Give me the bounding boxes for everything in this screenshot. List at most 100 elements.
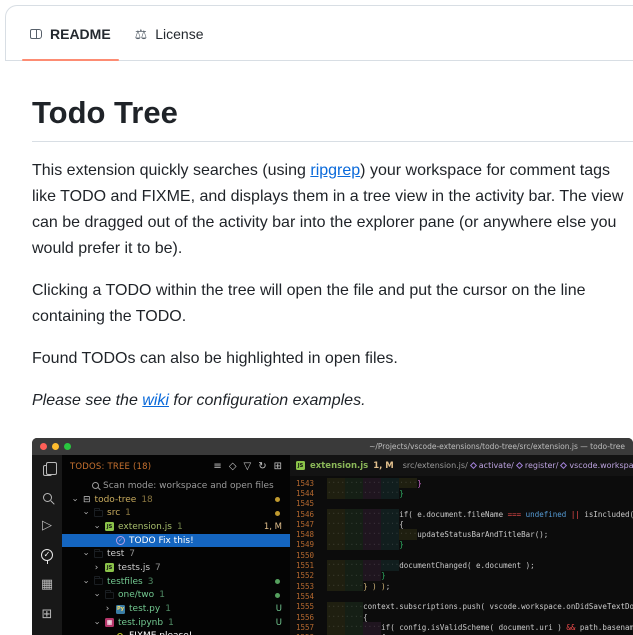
todo-count: 1	[168, 617, 174, 628]
law-icon: ⚖	[134, 25, 148, 42]
indent-rainbow: ············	[327, 622, 382, 633]
calendar-icon: ▦	[40, 577, 54, 592]
code-line: 1544 ················}	[290, 488, 633, 499]
todo-count: 7	[129, 549, 136, 560]
code-token: undefined	[525, 509, 567, 519]
code-token: } ) )	[363, 581, 386, 591]
vscode-screenshot[interactable]: ~/Projects/vscode-extensions/todo-tree/s…	[32, 438, 633, 635]
paragraph-wiki: Please see the wiki for configuration ex…	[32, 388, 633, 414]
refresh-icon: ↻	[258, 461, 267, 472]
tree-item-label: todo-tree	[94, 494, 137, 505]
code-token: context.subscriptions.push( vscode.works…	[363, 602, 633, 612]
tree-item-label: test	[107, 549, 125, 560]
code-line: 1554	[290, 591, 633, 601]
python-file-icon: Py	[116, 604, 125, 614]
breadcrumbs: src/extension.js/activate/register/vscod…	[403, 461, 633, 470]
minimize-traffic-light	[52, 443, 59, 450]
chevron-icon: ›	[94, 562, 99, 573]
folder-icon	[94, 507, 103, 517]
todo-count: 7	[155, 562, 161, 573]
editor-tab: JS extension.js 1, M src/extension.js/ac…	[290, 455, 633, 476]
tree-item: › test 7	[62, 547, 290, 561]
code-line: 1551 ················ documentChanged( e.d…	[290, 560, 633, 571]
tree-item: FIXME please!	[62, 630, 290, 635]
tag-icon: ◇	[228, 461, 237, 472]
code-line: 1545	[290, 499, 633, 509]
line-number: 1551	[295, 561, 314, 571]
tab-readme-label: README	[50, 25, 111, 42]
code-token: if( e.document.fileName	[399, 509, 508, 519]
code-token: updateStatusBarAndTitleBar();	[417, 530, 549, 540]
indent-rainbow: ············	[327, 570, 382, 581]
line-number: 1543	[295, 478, 314, 488]
indent-rainbow: ················	[327, 508, 400, 520]
indent-rainbow: ········	[327, 611, 364, 623]
paragraph-text: for configuration examples.	[168, 392, 366, 409]
indent-rainbow: ········	[327, 601, 364, 612]
breadcrumb-item: vscode.workspace.onDidSaveTe	[569, 461, 633, 470]
paragraph-clicking: Clicking a TODO within the tree will ope…	[32, 282, 586, 325]
paragraph-text: This extension quickly searches (using	[32, 162, 311, 179]
sidebar-title: TODOS: TREE (18)	[70, 462, 152, 472]
tree-item: › JS extension.js 1 1, M	[62, 520, 290, 534]
code-line: 1553 ········} ) );	[290, 580, 633, 592]
window-titlebar: ~/Projects/vscode-extensions/todo-tree/s…	[32, 438, 633, 455]
view-as-tree-icon: ≡	[213, 461, 222, 472]
code-token: if( config.isValidScheme( document.uri )	[381, 622, 567, 632]
book-icon	[30, 28, 42, 39]
tab-readme[interactable]: README	[22, 6, 119, 61]
extensions-icon: ⊞	[41, 607, 53, 622]
todo-count: 1	[176, 521, 183, 532]
scan-mode-row: Scan mode: workspace and open files	[62, 479, 290, 493]
todo-tree-icon: ✓	[41, 549, 53, 564]
line-number: 1549	[295, 540, 314, 550]
sidebar-toolbar: ≡ ◇ ▽ ↻ ⊞	[213, 462, 282, 472]
code-token: ===	[507, 509, 522, 519]
line-number: 1552	[295, 571, 314, 581]
indent-rainbow: ················	[327, 488, 400, 499]
filter-icon: ▽	[243, 461, 252, 472]
folder-icon	[105, 589, 114, 599]
indent-rainbow: ················	[327, 539, 400, 551]
wiki-link[interactable]: wiki	[142, 392, 169, 409]
activity-bar: ▷✓▦⊞◑	[32, 455, 62, 635]
git-status-badge: U	[275, 617, 282, 628]
run-debug-icon: ▷	[42, 518, 52, 533]
tree-item-label: extension.js	[118, 521, 172, 532]
git-status-dot	[275, 592, 280, 598]
js-file-icon: JS	[296, 461, 305, 470]
todo-check-icon: ✓	[116, 536, 125, 546]
notebook-file-icon: ▦	[105, 618, 114, 628]
breadcrumb-item: activate/	[478, 461, 514, 470]
explorer-icon	[42, 462, 57, 476]
git-status-dot	[275, 510, 280, 516]
code-token: ;	[385, 581, 391, 591]
git-status-badge: U	[275, 604, 282, 615]
code-token: {	[399, 519, 404, 529]
tab-license[interactable]: ⚖ License	[127, 6, 212, 61]
todo-count: 18	[141, 494, 153, 505]
folder-icon	[94, 548, 103, 558]
chevron-icon: ›	[91, 593, 102, 598]
js-file-icon: JS	[105, 522, 114, 532]
code-token: {	[363, 612, 368, 622]
tree-item-label: src	[107, 508, 121, 519]
tab-filename: extension.js	[310, 460, 369, 471]
chevron-icon: ›	[80, 579, 91, 584]
symbol-method-icon	[469, 461, 477, 470]
paragraph-highlight: Found TODOs can also be highlighted in o…	[32, 350, 398, 367]
code-line: 1546 ················ if( e.document.fileN…	[290, 508, 633, 520]
indent-rainbow: ········	[327, 580, 364, 592]
todo-count: 3	[147, 576, 154, 587]
tree-item: › one/two 1	[62, 589, 290, 603]
line-number: 1548	[295, 530, 314, 540]
tree-item: › testfiles 3	[62, 575, 290, 589]
indent-rainbow: ····················	[327, 478, 418, 489]
chevron-icon: ›	[80, 511, 91, 516]
maximize-traffic-light	[64, 443, 71, 450]
line-number: 1546	[295, 509, 314, 519]
ripgrep-link[interactable]: ripgrep	[310, 162, 360, 179]
code-token: ||	[570, 509, 580, 519]
indent-rainbow: ····················	[327, 529, 418, 540]
code-token: }	[381, 571, 386, 581]
